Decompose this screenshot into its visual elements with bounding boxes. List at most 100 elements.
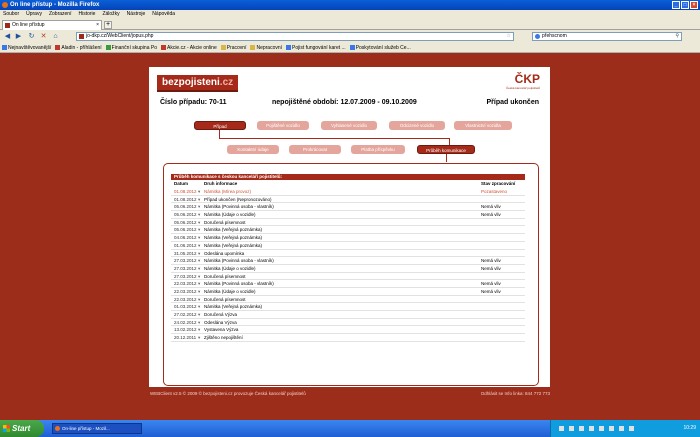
row-info[interactable]: Doručená Výzva bbox=[204, 311, 237, 318]
row-info[interactable]: Vystavena Výzva bbox=[204, 326, 238, 333]
taskbar-firefox-item[interactable]: On-line přístup - Mozil... bbox=[52, 423, 142, 434]
tab-online-access[interactable]: On line přístup × bbox=[2, 20, 102, 30]
row-info[interactable]: Námitka (Údaje o vozidle) bbox=[204, 211, 256, 218]
expand-arrow-icon[interactable]: ▾ bbox=[198, 319, 200, 326]
close-window-button[interactable]: × bbox=[690, 1, 698, 9]
tab-prokracovat[interactable]: Prokrácovat bbox=[289, 145, 341, 154]
row-date: 24.02.2012 bbox=[174, 319, 197, 325]
menu-tools[interactable]: Nástroje bbox=[127, 10, 146, 19]
col-date: Datum bbox=[174, 181, 189, 186]
bookmark-folder[interactable]: Nepracovní bbox=[250, 43, 282, 52]
bookmark-star-icon[interactable]: ☆ bbox=[507, 33, 511, 40]
back-icon[interactable]: ◀ bbox=[3, 32, 12, 41]
row-info[interactable]: Doručená písemnost bbox=[204, 273, 246, 280]
expand-arrow-icon[interactable]: ▾ bbox=[198, 196, 200, 203]
tray-icon[interactable] bbox=[599, 426, 604, 431]
row-date: 05.06.2012 bbox=[174, 212, 197, 218]
menu-edit[interactable]: Úpravy bbox=[26, 10, 42, 19]
search-engine-icon[interactable] bbox=[535, 34, 540, 39]
tab-kontaktni-udaje[interactable]: Kontaktní údaje bbox=[227, 145, 279, 154]
start-button[interactable]: Start bbox=[0, 420, 44, 437]
menu-bookmarks[interactable]: Záložky bbox=[102, 10, 119, 19]
row-info[interactable]: Doručená písemnost bbox=[204, 296, 246, 303]
expand-arrow-icon[interactable]: ▾ bbox=[198, 288, 200, 295]
tray-icon[interactable] bbox=[559, 426, 564, 431]
menu-help[interactable]: Nápověda bbox=[152, 10, 175, 19]
close-tab-icon[interactable]: × bbox=[96, 21, 99, 30]
new-tab-button[interactable]: + bbox=[104, 21, 112, 29]
tab-vlastnictvi-vozidla[interactable]: Vlastnictví vozidla bbox=[454, 121, 512, 130]
row-info[interactable]: Námitka (Povinná osoba - vlastník) bbox=[204, 203, 274, 210]
expand-arrow-icon[interactable]: ▾ bbox=[198, 257, 200, 264]
expand-arrow-icon[interactable]: ▾ bbox=[198, 234, 200, 241]
row-info[interactable]: Námitka (Veřejná poznámka) bbox=[204, 242, 262, 249]
site-logo[interactable]: bezpojisteni.cz bbox=[157, 75, 239, 92]
bookmark-item[interactable]: Pojist fungování karet ... bbox=[286, 43, 346, 52]
expand-arrow-icon[interactable]: ▾ bbox=[198, 203, 200, 210]
row-info[interactable]: Odeslána Výzva bbox=[204, 319, 237, 326]
tray-icon[interactable] bbox=[609, 426, 614, 431]
maximize-button[interactable]: □ bbox=[681, 1, 689, 9]
url-text: jo-dkp.cz/WebClient/jopus.php bbox=[86, 33, 154, 39]
menu-file[interactable]: Soubor bbox=[3, 10, 19, 19]
expand-arrow-icon[interactable]: ▾ bbox=[198, 273, 200, 280]
reload-icon[interactable]: ↻ bbox=[27, 32, 36, 41]
footer-right[interactable]: Odhlásit se Info linka: 844 772 773 bbox=[481, 391, 550, 396]
tab-vyhlasene-vozidlo[interactable]: Vyhlasené vozidlo bbox=[321, 121, 377, 130]
tray-icon[interactable] bbox=[569, 426, 574, 431]
bookmark-folder[interactable]: Pracovní bbox=[220, 43, 246, 52]
tray-icon[interactable] bbox=[579, 426, 584, 431]
tab-pripad[interactable]: Případ bbox=[194, 121, 246, 130]
row-info[interactable]: Námitka (Veřejná poznámka) bbox=[204, 226, 262, 233]
search-icon[interactable]: ⚲ bbox=[675, 33, 679, 40]
url-bar[interactable]: jo-dkp.cz/WebClient/jopus.php ☆ bbox=[76, 32, 514, 41]
tab-odcizene-vozidlo[interactable]: Odcizené vozidlo bbox=[389, 121, 445, 130]
expand-arrow-icon[interactable]: ▾ bbox=[198, 326, 200, 333]
tab-prubeh-komunikace[interactable]: Průběh komunikace bbox=[417, 145, 475, 154]
row-info[interactable]: Námitka (Povinná osoba - vlastník) bbox=[204, 280, 274, 287]
table-row: 27.03.2012 ▾ Námitka (Údaje o vozidle) Nemá… bbox=[171, 265, 525, 273]
row-info[interactable]: Námitka (Mírea provoz) bbox=[204, 188, 251, 195]
row-info[interactable]: Námitka (Veřejná poznámka) bbox=[204, 303, 262, 310]
expand-arrow-icon[interactable]: ▾ bbox=[198, 334, 200, 341]
minimize-button[interactable]: _ bbox=[672, 1, 680, 9]
expand-arrow-icon[interactable]: ▾ bbox=[198, 242, 200, 249]
expand-arrow-icon[interactable]: ▾ bbox=[198, 188, 200, 195]
row-info[interactable]: Námitka (Veřejná poznámka) bbox=[204, 234, 262, 241]
expand-arrow-icon[interactable]: ▾ bbox=[198, 226, 200, 233]
bookmark-item[interactable]: Poskytování služeb Ce... bbox=[349, 43, 411, 52]
home-icon[interactable]: ⌂ bbox=[51, 32, 60, 41]
windows-logo-icon bbox=[3, 425, 10, 432]
bookmark-item[interactable]: Akcie.cz - Akcie online bbox=[160, 43, 217, 52]
expand-arrow-icon[interactable]: ▾ bbox=[198, 296, 200, 303]
forward-icon[interactable]: ▶ bbox=[14, 32, 23, 41]
row-info[interactable]: Námitka (Povinná osoba - vlastník) bbox=[204, 257, 274, 264]
search-input[interactable]: přehscnom ⚲ bbox=[532, 32, 682, 41]
menu-view[interactable]: Zobrazení bbox=[49, 10, 72, 19]
expand-arrow-icon[interactable]: ▾ bbox=[198, 250, 200, 257]
menu-history[interactable]: Historie bbox=[78, 10, 95, 19]
stop-icon[interactable]: ✕ bbox=[39, 32, 48, 41]
tab-platba-prispevku[interactable]: Platba příspěvku bbox=[351, 145, 405, 154]
tab-pojistene-vozidlo[interactable]: Pojištěné vozidlo bbox=[257, 121, 309, 130]
bookmark-item[interactable]: Aladin - příhlášení bbox=[55, 43, 102, 52]
row-info[interactable]: Odeslána upomínka bbox=[204, 250, 244, 257]
tab-bar: On line přístup × + bbox=[0, 19, 700, 30]
row-info[interactable]: Doručená písemnost bbox=[204, 219, 246, 226]
row-info[interactable]: Zjištěno nepojištění bbox=[204, 334, 243, 341]
row-info[interactable]: Námitka (Údaje o vozidle) bbox=[204, 265, 256, 272]
expand-arrow-icon[interactable]: ▾ bbox=[198, 265, 200, 272]
row-info[interactable]: Námitka (Údaje o vozidle) bbox=[204, 288, 256, 295]
expand-arrow-icon[interactable]: ▾ bbox=[198, 219, 200, 226]
expand-arrow-icon[interactable]: ▾ bbox=[198, 311, 200, 318]
tray-icon[interactable] bbox=[589, 426, 594, 431]
tray-icon[interactable] bbox=[619, 426, 624, 431]
bookmark-item[interactable]: Nejnavštěvovanější bbox=[2, 43, 51, 52]
bookmark-item[interactable]: Finanční skupina Po bbox=[105, 43, 157, 52]
expand-arrow-icon[interactable]: ▾ bbox=[198, 280, 200, 287]
expand-arrow-icon[interactable]: ▾ bbox=[198, 303, 200, 310]
row-info[interactable]: Případ ukončen (Nepronozováno) bbox=[204, 196, 272, 203]
communication-table: 01.08.2012 ▾ Námitka (Mírea provoz) Pozasta… bbox=[171, 188, 525, 342]
tray-icon[interactable] bbox=[629, 426, 634, 431]
expand-arrow-icon[interactable]: ▾ bbox=[198, 211, 200, 218]
